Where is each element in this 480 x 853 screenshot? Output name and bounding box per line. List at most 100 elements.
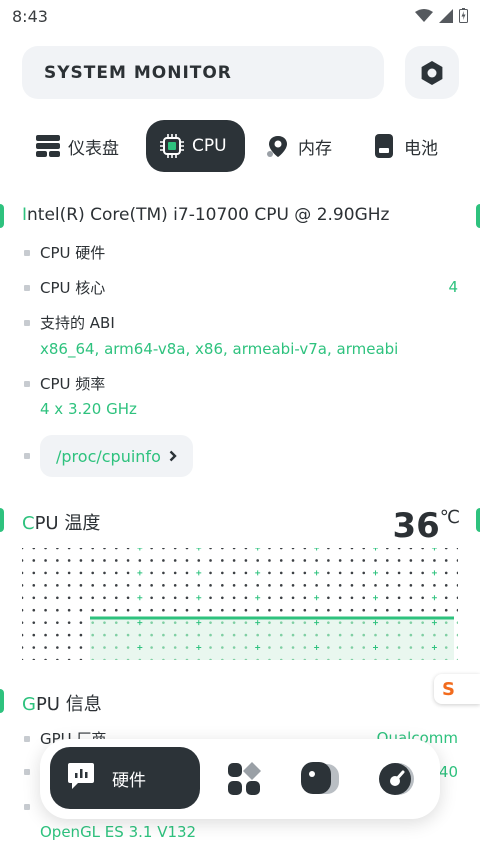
grid-dot <box>397 559 401 562</box>
grid-dot <box>22 621 24 624</box>
grid-dot <box>150 608 153 612</box>
grid-dot <box>397 621 401 624</box>
grid-dot <box>433 559 436 562</box>
grid-dot <box>103 596 106 600</box>
grid-dot <box>268 584 271 587</box>
grid-dot <box>303 633 307 637</box>
grid-cross <box>196 595 202 601</box>
grid-dot <box>256 633 259 637</box>
grid-dot <box>397 646 401 649</box>
grid-dot <box>397 608 401 612</box>
grid-dot <box>221 584 224 587</box>
wifi-icon <box>415 8 433 22</box>
grid-dot <box>44 621 47 624</box>
grid-dot <box>114 559 118 562</box>
grid-cross <box>196 570 202 576</box>
floating-s-badge[interactable]: S <box>434 674 480 704</box>
grid-dot <box>385 621 389 624</box>
grid-dot <box>22 571 24 575</box>
grid-dot <box>103 633 106 637</box>
grid-dot <box>279 584 283 587</box>
grid-dot <box>185 633 189 637</box>
grid-dot <box>79 571 83 575</box>
grid-dot <box>103 646 106 649</box>
grid-dot <box>350 559 354 562</box>
grid-dot <box>338 621 342 624</box>
grid-dot <box>56 548 59 550</box>
grid-dot <box>327 646 330 649</box>
temp-area-fill <box>90 618 454 660</box>
apps-grid-icon <box>228 762 261 795</box>
grid-dot <box>338 559 342 562</box>
grid-cross <box>255 548 261 551</box>
cpuinfo-link[interactable]: /proc/cpuinfo <box>40 435 193 477</box>
grid-dot <box>397 596 401 600</box>
grid-dot <box>162 608 165 612</box>
grid-dot <box>279 633 283 637</box>
grid-dot <box>221 633 224 637</box>
grid-dot <box>444 633 448 637</box>
cpu-model-title: Intel(R) Core(TM) i7-10700 CPU @ 2.90GHz <box>22 205 389 225</box>
grid-dot <box>138 584 142 587</box>
gpu-info-title-text: PU 信息 <box>35 694 102 715</box>
nav-test[interactable] <box>376 759 416 799</box>
grid-dot <box>433 633 436 637</box>
grid-dot <box>315 633 318 637</box>
grid-dot <box>350 571 354 575</box>
grid-dot <box>32 571 36 575</box>
cpu-temp-title-text: PU 温度 <box>34 513 101 534</box>
grid-dot <box>79 633 83 637</box>
grid-dot <box>44 559 47 562</box>
grid-dot <box>409 596 413 600</box>
grid-dot <box>185 571 189 575</box>
grid-dot <box>244 548 248 550</box>
grid-dot <box>303 584 307 587</box>
grid-dot <box>350 584 354 587</box>
tab-memory[interactable]: 内存 <box>266 120 332 172</box>
tab-dashboard[interactable]: 仪表盘 <box>36 120 119 172</box>
grid-dot <box>67 621 71 624</box>
bullet <box>24 249 30 256</box>
grid-dot <box>279 559 283 562</box>
grid-dot <box>338 548 342 550</box>
grid-dot <box>397 584 401 587</box>
cpu-cores-label: CPU 核心 <box>40 279 106 297</box>
grid-dot <box>221 548 224 550</box>
settings-button[interactable] <box>405 46 459 99</box>
grid-dot <box>409 608 413 612</box>
bullet <box>24 380 30 387</box>
grid-dot <box>185 584 189 587</box>
nav-hardware[interactable]: 硬件 <box>50 747 200 809</box>
grid-dot <box>126 548 130 550</box>
grid-dot <box>456 621 458 624</box>
tab-cpu[interactable]: CPU <box>146 120 245 172</box>
grid-cross <box>373 595 379 601</box>
nav-sensors[interactable] <box>300 759 340 799</box>
grid-dot <box>374 559 377 562</box>
grid-dot <box>303 571 307 575</box>
status-icons <box>415 8 468 23</box>
grid-dot <box>456 548 458 550</box>
cpu-cores-row: CPU 核心 <box>24 277 105 298</box>
grid-dot <box>173 646 177 649</box>
grid-dot <box>103 548 106 550</box>
grid-dot <box>44 571 47 575</box>
grid-dot <box>56 571 59 575</box>
tab-battery[interactable]: 电池 <box>372 120 438 172</box>
grid-dot <box>185 548 189 550</box>
grid-dot <box>67 596 71 600</box>
grid-dot <box>79 584 83 587</box>
section-edge-left <box>0 689 4 713</box>
bottom-navigation: 硬件 <box>40 739 440 819</box>
grid-dot <box>303 621 307 624</box>
nav-apps[interactable] <box>224 759 264 799</box>
grid-dot <box>279 548 283 550</box>
grid-dot <box>150 633 153 637</box>
grid-cross <box>431 548 437 551</box>
grid-dot <box>197 633 201 637</box>
grid-dot <box>374 633 377 637</box>
cpu-abi-row: 支持的 ABI <box>24 312 115 333</box>
cpu-frequency-row: CPU 频率 <box>24 373 105 394</box>
grid-dot <box>138 559 142 562</box>
grid-dot <box>209 621 212 624</box>
